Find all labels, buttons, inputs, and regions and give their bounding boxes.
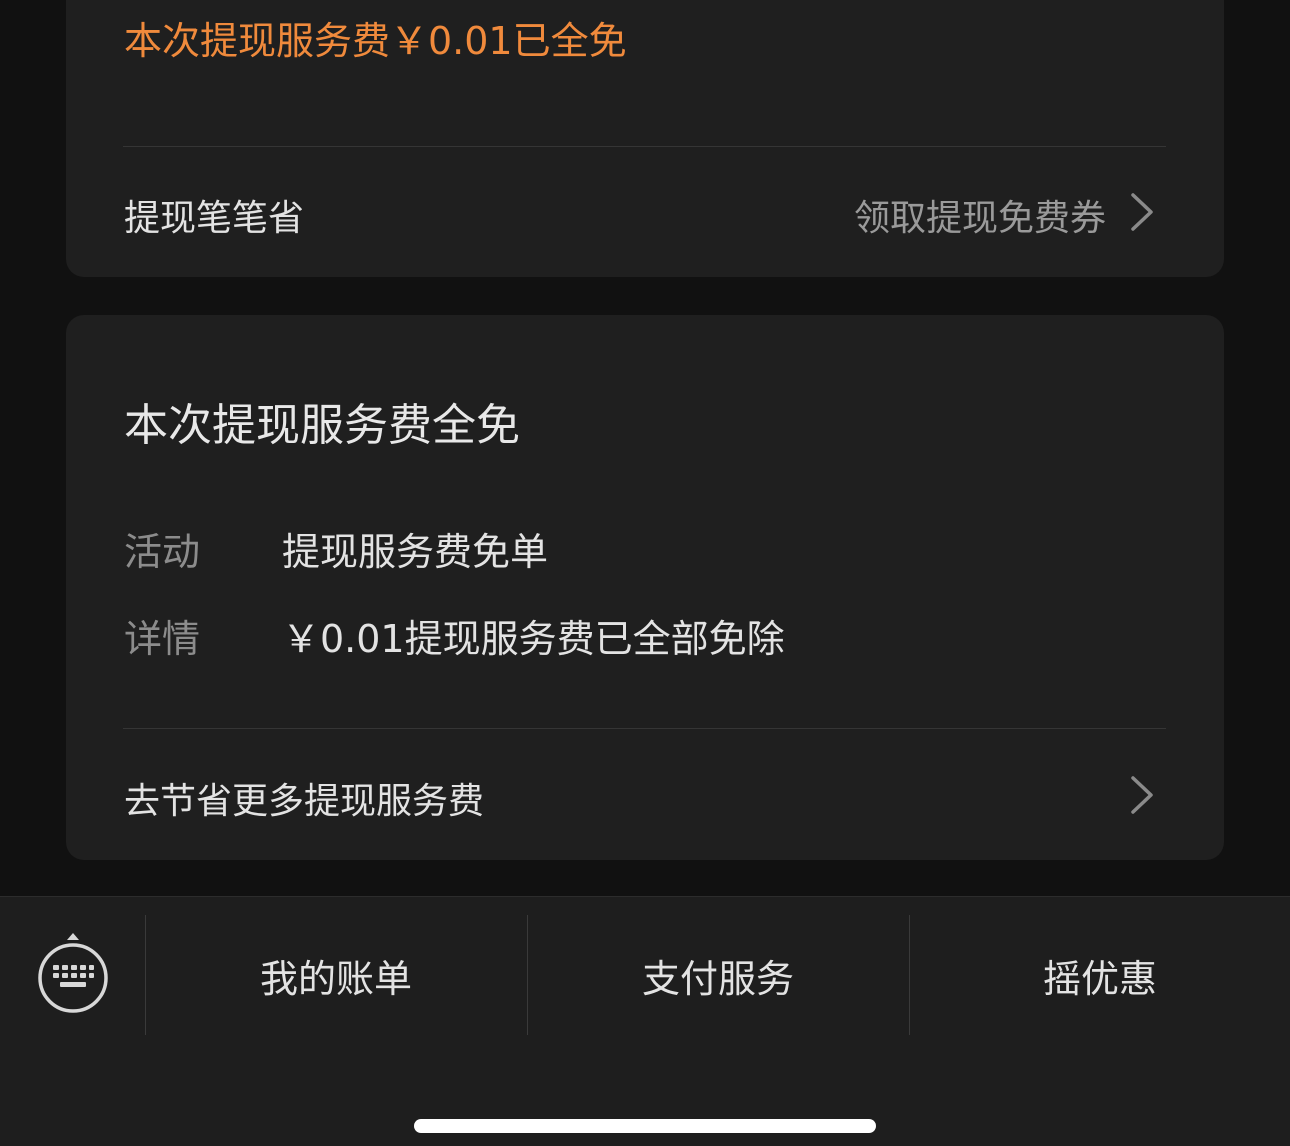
fee-waiver-card: 本次提现服务费全免 活动 提现服务费免单 详情 ￥0.01提现服务费已全部免除 … bbox=[66, 315, 1224, 860]
fee-summary-card: 本次提现服务费￥0.01已全免 提现笔笔省 领取提现免费券 bbox=[66, 0, 1224, 277]
keyboard-icon[interactable] bbox=[36, 931, 110, 1017]
activity-value: 提现服务费免单 bbox=[282, 530, 549, 574]
fee-waived-text: 本次提现服务费￥0.01已全免 bbox=[124, 19, 627, 63]
coupon-link[interactable]: 领取提现免费券 bbox=[854, 189, 1106, 241]
save-more-link[interactable]: 去节省更多提现服务费 bbox=[124, 772, 484, 824]
savings-label: 提现笔笔省 bbox=[124, 198, 305, 239]
detail-value: ￥0.01提现服务费已全部免除 bbox=[282, 617, 785, 661]
divider bbox=[123, 146, 1166, 147]
bottom-menu-bar: 我的账单 支付服务 摇优惠 bbox=[0, 896, 1290, 1146]
chevron-right-icon[interactable] bbox=[1124, 192, 1158, 232]
menu-item-shake-offers[interactable]: 摇优惠 bbox=[910, 915, 1290, 1035]
menu-item-payment-services[interactable]: 支付服务 bbox=[528, 915, 908, 1035]
menu-item-bills[interactable]: 我的账单 bbox=[146, 915, 526, 1035]
divider bbox=[123, 728, 1166, 729]
detail-key: 详情 bbox=[124, 617, 201, 661]
home-indicator[interactable] bbox=[414, 1119, 876, 1133]
chevron-right-icon[interactable] bbox=[1124, 775, 1158, 815]
activity-key: 活动 bbox=[124, 530, 201, 574]
card-title: 本次提现服务费全免 bbox=[124, 400, 520, 451]
